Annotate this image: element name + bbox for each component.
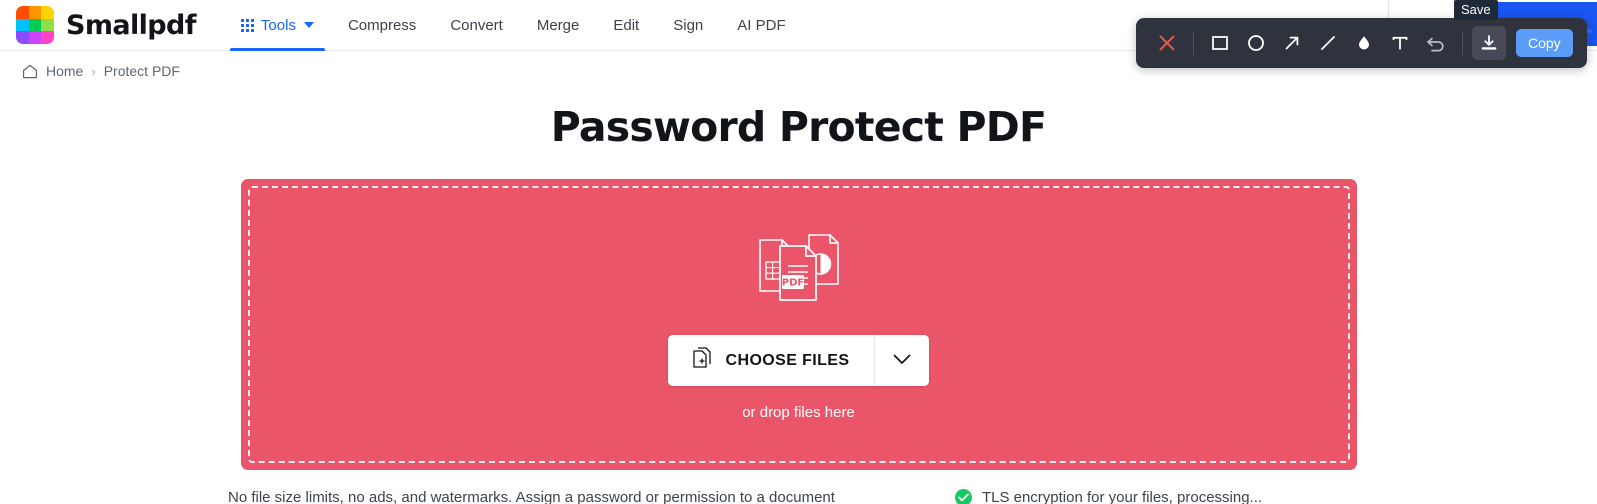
blur-drop-icon[interactable] — [1347, 26, 1381, 60]
choose-files-dropdown-button[interactable] — [874, 335, 930, 386]
nav-item-merge[interactable]: Merge — [520, 0, 597, 51]
add-file-icon — [692, 347, 713, 374]
rectangle-icon[interactable] — [1203, 26, 1237, 60]
app-root: Smallpdf Tools Compress Convert Merge Ed… — [0, 0, 1597, 504]
line-icon[interactable] — [1311, 26, 1345, 60]
info-encryption-text: TLS encryption for your files, processin… — [981, 489, 1263, 504]
nav-item-ai-pdf[interactable]: AI PDF — [720, 0, 802, 51]
pdf-documents-icon: PDF — [749, 228, 849, 313]
nav-item-edit[interactable]: Edit — [596, 0, 656, 51]
nav-item-sign[interactable]: Sign — [656, 0, 720, 51]
nav-item-convert-label: Convert — [450, 16, 503, 34]
grid-dots-icon — [240, 18, 254, 32]
info-item-limits: No file size limits, no ads, and waterma… — [228, 489, 835, 504]
nav-item-merge-label: Merge — [536, 16, 580, 34]
page-title: Password Protect PDF — [550, 103, 1047, 151]
undo-icon[interactable] — [1419, 26, 1453, 60]
file-dropzone[interactable]: PDF CHOOSE FILES or drop files here — [240, 179, 1357, 470]
choose-files-button[interactable]: CHOOSE FILES — [667, 335, 875, 386]
info-limits-text: No file size limits, no ads, and waterma… — [228, 489, 835, 504]
choose-files-group: CHOOSE FILES — [667, 335, 930, 386]
chevron-down-icon — [303, 22, 314, 28]
svg-text:PDF: PDF — [781, 278, 803, 289]
ellipse-icon[interactable] — [1239, 26, 1273, 60]
close-icon[interactable] — [1150, 26, 1184, 60]
toolbar-divider — [1193, 31, 1194, 55]
nav-item-compress-label: Compress — [347, 16, 417, 34]
drop-hint-text: or drop files here — [742, 404, 855, 421]
chevron-down-icon — [893, 352, 911, 370]
annotation-toolbar: Copy — [1136, 18, 1587, 68]
brand-logo[interactable]: Smallpdf — [16, 6, 197, 44]
nav-item-tools-label: Tools — [260, 16, 296, 34]
text-icon[interactable] — [1383, 26, 1417, 60]
nav-item-convert[interactable]: Convert — [433, 0, 520, 51]
smallpdf-logo-icon — [16, 6, 54, 44]
download-icon[interactable] — [1472, 26, 1506, 60]
nav-item-edit-label: Edit — [613, 16, 640, 34]
nav-item-sign-label: Sign — [673, 16, 704, 34]
copy-button[interactable]: Copy — [1516, 29, 1573, 57]
choose-files-label: CHOOSE FILES — [725, 351, 850, 369]
brand-name: Smallpdf — [66, 9, 197, 41]
arrow-icon[interactable] — [1275, 26, 1309, 60]
breadcrumb-current[interactable]: Protect PDF — [104, 63, 180, 79]
nav-item-tools[interactable]: Tools — [224, 0, 331, 51]
info-item-encryption: TLS encryption for your files, processin… — [954, 489, 1263, 504]
breadcrumb-separator: › — [91, 63, 96, 79]
green-check-icon — [954, 489, 972, 504]
save-tooltip: Save — [1454, 0, 1498, 20]
nav-item-compress[interactable]: Compress — [331, 0, 433, 51]
toolbar-divider — [1462, 31, 1463, 55]
info-row: No file size limits, no ads, and waterma… — [0, 489, 1597, 504]
home-icon — [22, 64, 38, 79]
nav-items: Tools Compress Convert Merge Edit Sign A… — [224, 0, 803, 51]
breadcrumb-home[interactable]: Home — [46, 63, 83, 79]
nav-item-ai-pdf-label: AI PDF — [737, 16, 786, 34]
